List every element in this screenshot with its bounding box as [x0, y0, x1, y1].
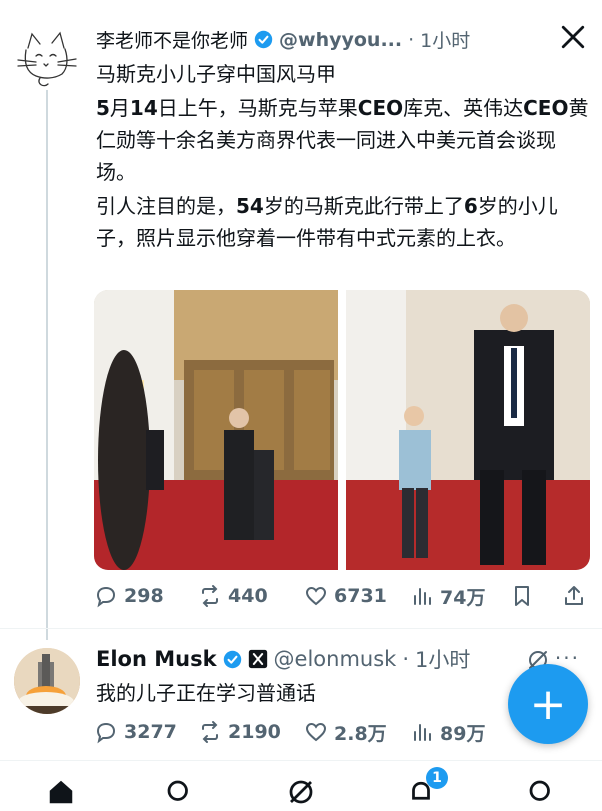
like-button[interactable]: 2.8万: [304, 719, 387, 746]
views-count: 89万: [440, 722, 486, 745]
views-button[interactable]: 89万: [410, 719, 485, 746]
reply-button[interactable]: 298: [94, 584, 164, 608]
reply-text: 我的儿子正在学习普通话: [96, 681, 316, 705]
like-count: 2.8万: [334, 722, 387, 745]
photo-right[interactable]: [346, 290, 590, 570]
verified-badge-icon: [254, 30, 273, 49]
reply-icon: [96, 586, 116, 608]
text-segment: CEO: [523, 96, 569, 120]
repost-count: 2190: [228, 721, 281, 743]
compose-icon: +: [529, 678, 567, 730]
text-segment: 引人注目的是，: [96, 194, 236, 218]
text-segment: 岁的马斯克此行带上了: [263, 194, 464, 218]
bookmark-button[interactable]: [510, 584, 534, 608]
nav-home[interactable]: [46, 777, 76, 811]
views-count: 74万: [440, 586, 486, 609]
bottom-nav: 1: [0, 760, 602, 804]
repost-icon: [202, 585, 218, 607]
separator-dot: ·: [408, 28, 415, 51]
text-segment: 54: [236, 194, 264, 218]
reply-header: Elon Musk @elonmusk · 1小时: [96, 644, 470, 674]
text-segment: 5: [96, 96, 110, 120]
reply-icon: [96, 722, 116, 744]
reply-author-handle[interactable]: @elonmusk: [274, 647, 397, 671]
grok-icon: [289, 780, 313, 804]
tweet-paragraph-2: 引人注目的是，54岁的马斯克此行带上了6岁的小儿子，照片显示他穿着一件带有中式元…: [96, 190, 592, 254]
tweet-media[interactable]: [94, 290, 590, 570]
separator-dot: ·: [402, 647, 410, 671]
share-button[interactable]: [562, 584, 586, 608]
repost-button[interactable]: 440: [198, 584, 268, 608]
tweet-time[interactable]: 1小时: [420, 26, 470, 53]
views-button[interactable]: 74万: [410, 583, 485, 610]
like-icon: [305, 586, 327, 606]
like-icon: [305, 722, 327, 742]
tweet-title-line: 马斯克小儿子穿中国风马甲: [96, 62, 336, 86]
reply-button[interactable]: 3277: [94, 720, 177, 744]
photo-left[interactable]: [94, 290, 338, 570]
like-button[interactable]: 6731: [304, 584, 387, 608]
like-count: 6731: [334, 585, 387, 607]
nav-search[interactable]: [164, 777, 194, 811]
reply-count: 3277: [124, 721, 177, 743]
compose-button[interactable]: +: [508, 664, 588, 744]
views-icon: [414, 588, 431, 605]
messages-icon: [529, 780, 550, 801]
author-name[interactable]: 李老师不是你老师: [96, 26, 248, 53]
thread-connector-line: [46, 88, 48, 640]
text-segment: CEO: [357, 96, 404, 120]
reply-author-name[interactable]: Elon Musk: [96, 647, 217, 671]
tweet-paragraph-1: 5月14日上午，马斯克与苹果CEO库克、英伟达CEO黄仁勋等十余名美方商界代表一…: [96, 92, 592, 188]
repost-count: 440: [228, 585, 268, 607]
tweet-header: 李老师不是你老师 @whyyou... · 1小时: [96, 26, 470, 53]
reply-time[interactable]: 1小时: [415, 644, 470, 674]
text-segment: 月: [109, 96, 130, 120]
text-segment: 14: [129, 96, 158, 120]
text-segment: 库克、英伟达: [403, 96, 524, 120]
repost-icon: [202, 721, 218, 743]
share-icon: [565, 586, 583, 605]
home-icon: [49, 780, 73, 804]
author-avatar[interactable]: [14, 28, 80, 90]
text-segment: 日上午，马斯克与苹果: [157, 96, 358, 120]
author-handle[interactable]: @whyyou...: [279, 29, 402, 51]
search-icon: [167, 780, 188, 801]
nav-messages[interactable]: [526, 777, 556, 811]
verified-badge-icon: [223, 650, 241, 668]
x-logo-icon[interactable]: [560, 24, 586, 50]
tweet-text: 马斯克小儿子穿中国风马甲 5月14日上午，马斯克与苹果CEO库克、英伟达CEO黄…: [96, 58, 592, 256]
notifications-badge: 1: [426, 767, 448, 789]
bookmark-icon: [515, 586, 529, 606]
tweet-divider: [0, 628, 602, 629]
nav-grok[interactable]: [286, 777, 316, 811]
repost-button[interactable]: 2190: [198, 720, 281, 744]
views-icon: [414, 724, 431, 741]
reply-count: 298: [124, 585, 164, 607]
tweet-action-bar: 298 440 6731 74万: [94, 582, 594, 610]
reply-action-bar: 3277 2190 2.8万 89万: [94, 718, 514, 746]
text-segment: 6: [463, 194, 478, 218]
reply-author-avatar[interactable]: [14, 648, 80, 714]
x-affiliation-icon: [248, 649, 267, 669]
nav-notifications[interactable]: 1: [406, 767, 448, 811]
